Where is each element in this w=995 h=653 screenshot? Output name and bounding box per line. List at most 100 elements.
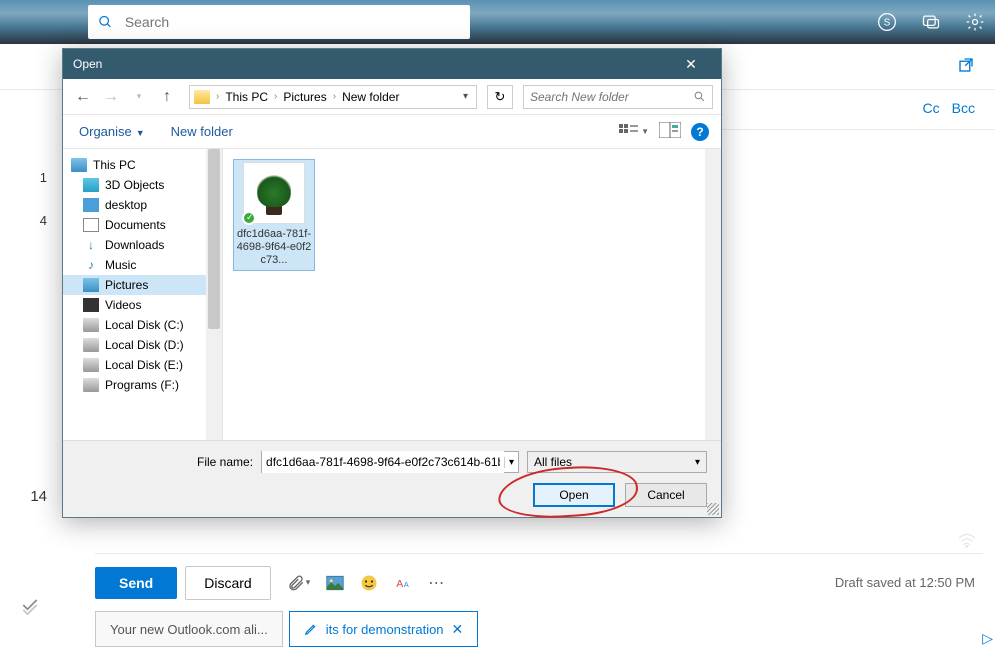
filename-dropdown-icon[interactable]: ▾ xyxy=(504,457,518,468)
breadcrumb-dropdown-icon[interactable]: ▾ xyxy=(459,91,472,102)
search-icon xyxy=(693,90,706,103)
tree-item-label: Documents xyxy=(105,218,166,232)
picture-icon[interactable] xyxy=(326,575,344,591)
system-taskbar: S xyxy=(0,0,995,44)
taskbar-search-input[interactable] xyxy=(125,14,460,30)
file-open-dialog: Open ✕ ← → ▾ ↑ › This PC › Pictures › Ne… xyxy=(62,48,722,518)
popout-icon[interactable] xyxy=(957,56,975,79)
breadcrumb-bar[interactable]: › This PC › Pictures › New folder ▾ xyxy=(189,85,477,109)
tree-item-videos[interactable]: Videos xyxy=(63,295,222,315)
tree-item-downloads[interactable]: ↓ Downloads xyxy=(63,235,222,255)
dialog-search-input[interactable] xyxy=(530,90,693,104)
crumb-newfolder[interactable]: New folder xyxy=(338,90,403,104)
filename-input[interactable] xyxy=(262,451,504,473)
nav-forward-icon: → xyxy=(99,85,123,109)
tree-item-label: Videos xyxy=(105,298,141,312)
file-label: dfc1d6aa-781f-4698-9f64-e0f2c73... xyxy=(236,228,312,268)
tree-item-pictures[interactable]: Pictures xyxy=(63,275,222,295)
tab-close-icon[interactable]: ✕ xyxy=(452,621,464,638)
docs-icon xyxy=(83,218,99,232)
nav-up-icon[interactable]: ↑ xyxy=(155,85,179,109)
disk-icon xyxy=(83,338,99,352)
filetype-select[interactable]: All files▾ xyxy=(527,451,707,473)
tree-item-local-disk-c-[interactable]: Local Disk (C:) xyxy=(63,315,222,335)
dialog-search[interactable] xyxy=(523,85,713,109)
svg-text:A: A xyxy=(404,579,409,588)
attach-icon[interactable]: ▾ xyxy=(287,574,311,592)
discard-button[interactable]: Discard xyxy=(185,566,270,600)
draft-status: Draft saved at 12:50 PM xyxy=(835,575,975,590)
folder-tree[interactable]: This PC 3D Objects desktop Documents ↓ Downlo… xyxy=(63,149,223,440)
down-icon: ↓ xyxy=(83,238,99,252)
cancel-button[interactable]: Cancel xyxy=(625,483,707,507)
organise-button[interactable]: Organise▼ xyxy=(75,122,149,141)
tree-item-local-disk-d-[interactable]: Local Disk (D:) xyxy=(63,335,222,355)
folder-icon xyxy=(194,90,210,104)
skype-icon[interactable]: S xyxy=(877,12,897,32)
disk-icon xyxy=(83,358,99,372)
gutter-day-1: 1 xyxy=(0,170,61,185)
tree-item-label: Downloads xyxy=(105,238,164,252)
nav-back-icon[interactable]: ← xyxy=(71,85,95,109)
bcc-link[interactable]: Bcc xyxy=(952,100,975,116)
compose-toolbar: Send Discard ▾ AA ⋯ Draft saved at 12:50… xyxy=(95,553,983,601)
tab-outlook-alias[interactable]: Your new Outlook.com ali... xyxy=(95,611,283,647)
font-format-icon[interactable]: AA xyxy=(394,575,412,591)
checkmark-icon[interactable] xyxy=(20,595,40,620)
view-mode-button[interactable]: ▼ xyxy=(619,124,649,140)
taskbar-tray: S xyxy=(877,12,985,32)
tree-item-label: desktop xyxy=(105,198,147,212)
bottom-tabs: Your new Outlook.com ali... its for demo… xyxy=(95,611,983,647)
tree-item-label: Local Disk (C:) xyxy=(105,318,184,332)
file-list[interactable]: dfc1d6aa-781f-4698-9f64-e0f2c73... xyxy=(223,149,721,440)
gear-icon[interactable] xyxy=(965,12,985,32)
tree-item-3d-objects[interactable]: 3D Objects xyxy=(63,175,222,195)
dialog-nav-row: ← → ▾ ↑ › This PC › Pictures › New folde… xyxy=(63,79,721,115)
wifi-icon xyxy=(957,532,977,553)
pics-icon xyxy=(83,278,99,292)
3d-icon xyxy=(83,178,99,192)
cc-link[interactable]: Cc xyxy=(923,100,940,116)
tree-scrollbar[interactable] xyxy=(206,149,222,440)
tree-item-label: Local Disk (E:) xyxy=(105,358,183,372)
dialog-title: Open xyxy=(73,57,671,71)
taskbar-search[interactable] xyxy=(88,5,470,39)
svg-text:S: S xyxy=(884,17,891,28)
preview-pane-button[interactable] xyxy=(659,122,681,141)
emoji-icon[interactable] xyxy=(360,574,378,592)
help-icon[interactable]: ? xyxy=(691,123,709,141)
send-button[interactable]: Send xyxy=(95,567,177,599)
file-item[interactable]: dfc1d6aa-781f-4698-9f64-e0f2c73... xyxy=(233,159,315,271)
expand-tabs-icon[interactable]: ▷ xyxy=(982,630,993,647)
refresh-icon[interactable]: ↻ xyxy=(487,85,513,109)
resize-grip-icon[interactable] xyxy=(707,503,719,515)
tree-item-music[interactable]: ♪Music xyxy=(63,255,222,275)
nav-recent-dropdown-icon[interactable]: ▾ xyxy=(127,85,151,109)
dialog-titlebar[interactable]: Open ✕ xyxy=(63,49,721,79)
tree-item-label: This PC xyxy=(93,158,136,172)
pencil-icon xyxy=(304,622,318,636)
crumb-thispc[interactable]: This PC xyxy=(221,90,272,104)
newfolder-button[interactable]: New folder xyxy=(167,122,237,141)
open-button[interactable]: Open xyxy=(533,483,615,507)
tab-label: its for demonstration xyxy=(326,622,444,637)
more-icon[interactable]: ⋯ xyxy=(428,573,446,593)
close-icon[interactable]: ✕ xyxy=(671,56,711,73)
calendar-gutter: 1 4 14 xyxy=(0,90,61,560)
tree-item-desktop[interactable]: desktop xyxy=(63,195,222,215)
crumb-pictures[interactable]: Pictures xyxy=(279,90,330,104)
svg-text:A: A xyxy=(396,577,403,589)
filename-label: File name: xyxy=(197,455,253,469)
files-scrollbar[interactable] xyxy=(705,149,721,440)
tree-item-programs-f-[interactable]: Programs (F:) xyxy=(63,375,222,395)
sync-badge-icon xyxy=(242,211,256,225)
tab-label: Your new Outlook.com ali... xyxy=(110,622,268,637)
tree-item-documents[interactable]: Documents xyxy=(63,215,222,235)
tree-item-local-disk-e-[interactable]: Local Disk (E:) xyxy=(63,355,222,375)
desktop-icon xyxy=(83,198,99,212)
chat-icon[interactable] xyxy=(921,12,941,32)
tree-item-this-pc[interactable]: This PC xyxy=(63,155,222,175)
tab-demonstration[interactable]: its for demonstration ✕ xyxy=(289,611,479,647)
search-icon xyxy=(98,14,113,30)
gutter-day-4: 4 xyxy=(0,213,61,228)
